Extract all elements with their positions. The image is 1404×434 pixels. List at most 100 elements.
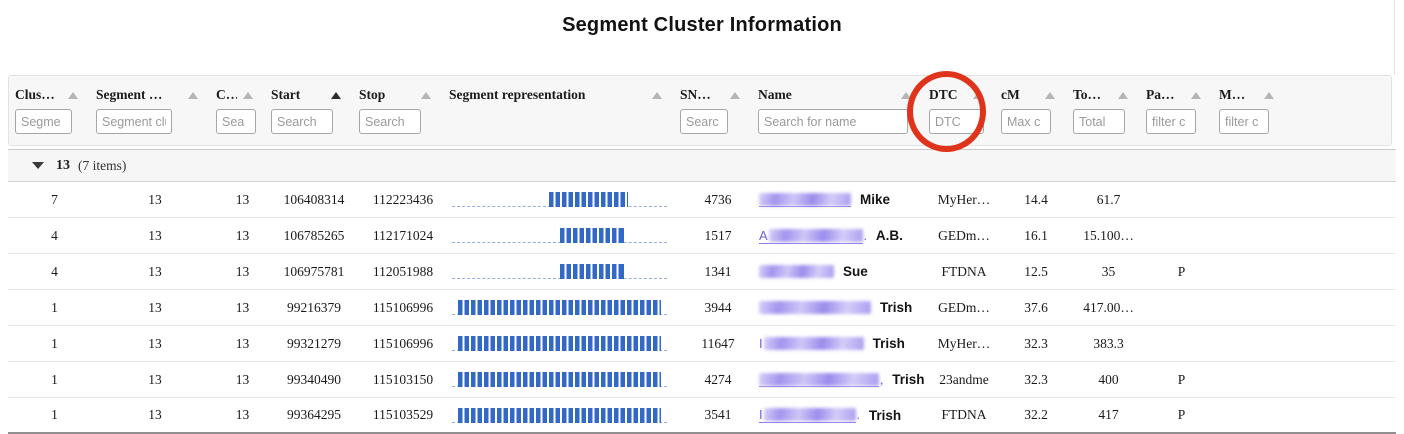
sort-arrow-icon-segment_cluster[interactable] xyxy=(188,91,198,99)
filter-input-cluster[interactable] xyxy=(15,109,72,134)
redacted-name-link[interactable]: A xyxy=(759,228,863,244)
filter-input-snps[interactable] xyxy=(680,109,728,134)
sort-header-segment_cluster[interactable]: Segment … xyxy=(96,86,206,104)
cell-chromosome: 13 xyxy=(235,407,250,422)
cell-name: I. Trish xyxy=(757,407,928,423)
cell-start: 106408314 xyxy=(283,191,345,207)
segment-bar xyxy=(559,228,624,243)
sort-header-cluster[interactable]: Clus… xyxy=(15,86,86,104)
sort-header-paternal[interactable]: Pa… xyxy=(1146,86,1209,104)
sort-arrow-icon-start[interactable] xyxy=(331,91,341,99)
header-col-paternal: Pa… xyxy=(1146,86,1219,134)
cell-total: 35 xyxy=(1101,263,1116,279)
redacted-name-link[interactable]: I xyxy=(759,407,856,423)
segment-track xyxy=(452,371,667,388)
cell-segment_cluster: 13 xyxy=(148,299,162,315)
redacted-name-link[interactable] xyxy=(759,265,834,278)
name-annotation: Trish xyxy=(880,300,913,315)
filter-input-segment_cluster[interactable] xyxy=(96,109,172,134)
filter-input-dtc[interactable] xyxy=(929,109,984,134)
cell-stop: 115106996 xyxy=(372,335,434,351)
sort-arrow-icon-maternal[interactable] xyxy=(1264,91,1274,99)
group-value: 13 xyxy=(56,157,70,173)
cell-snps: 11647 xyxy=(701,335,735,351)
sort-header-maternal[interactable]: M… xyxy=(1219,86,1282,104)
sort-arrow-icon-stop[interactable] xyxy=(421,91,431,99)
name-visible-prefix: A xyxy=(759,227,768,243)
sort-arrow-icon-total[interactable] xyxy=(1118,91,1128,99)
table-row[interactable]: 1 13 13 99216379 115106996 3944 Trish GEDm… 37.6… xyxy=(8,290,1396,326)
cell-dtc: FTDNA xyxy=(941,407,987,422)
cell-segment_cluster: 13 xyxy=(148,335,162,351)
redacted-name-blur xyxy=(759,192,851,206)
cell-cluster: 1 xyxy=(51,371,58,387)
cell-dtc: 23andme xyxy=(939,371,989,387)
sort-header-total[interactable]: To… xyxy=(1073,86,1136,104)
cell-chromosome: 13 xyxy=(235,299,250,315)
table-row[interactable]: 4 13 13 106785265 112171024 1517 A. A.B. GEDm… 16… xyxy=(8,218,1396,254)
filter-input-name[interactable] xyxy=(758,109,908,134)
collapse-caret-icon[interactable] xyxy=(32,162,44,169)
name-annotation: Mike xyxy=(860,192,891,207)
table-row[interactable]: 1 13 13 99340490 115103150 4274, Trish 23andme 3… xyxy=(8,362,1396,398)
cell-dtc: GEDm… xyxy=(938,299,990,315)
redacted-name-link[interactable] xyxy=(759,301,871,314)
cell-cluster: 1 xyxy=(51,299,58,315)
filter-input-total[interactable] xyxy=(1073,109,1125,134)
segment-track xyxy=(452,299,667,316)
redacted-name-link[interactable]: I xyxy=(759,336,864,351)
segment-bar xyxy=(458,336,661,351)
column-label-maternal: M… xyxy=(1219,87,1246,102)
filter-input-paternal[interactable] xyxy=(1146,109,1196,134)
header-col-dtc: DTC xyxy=(929,86,1001,134)
table-row[interactable]: 1 13 13 99321279 115106996 11647 I Trish MyHer… 3… xyxy=(8,326,1396,362)
cell-snps: 3944 xyxy=(704,299,732,315)
header-col-cluster: Clus… xyxy=(15,86,96,134)
sort-header-segment[interactable]: Segment representation xyxy=(449,86,670,104)
sort-header-chromosome[interactable]: C… xyxy=(216,86,261,104)
segment-bar xyxy=(458,407,661,423)
column-label-paternal: Pa… xyxy=(1146,87,1175,102)
sort-arrow-icon-segment[interactable] xyxy=(652,91,662,99)
cell-cluster: 1 xyxy=(51,335,58,351)
sort-header-dtc[interactable]: DTC xyxy=(929,86,991,104)
sort-arrow-icon-dtc[interactable] xyxy=(973,91,983,99)
cell-cluster: 4 xyxy=(51,263,58,279)
sort-header-start[interactable]: Start xyxy=(271,86,349,104)
table-row[interactable]: 7 13 13 106408314 112223436 4736 Mike MyHer… 14.… xyxy=(8,182,1396,218)
filter-input-maternal[interactable] xyxy=(1219,109,1269,134)
name-annotation: Trish xyxy=(868,407,902,423)
sort-arrow-icon-cluster[interactable] xyxy=(68,91,78,99)
header-col-name: Name xyxy=(758,86,929,134)
table-row[interactable]: 4 13 13 106975781 112051988 1341 Sue FTDNA 12.5 3… xyxy=(8,254,1396,290)
cell-name: A. A.B. xyxy=(757,228,928,244)
table-row[interactable]: 1 13 13 99364295 115103529 3541 I. Trish FTDNA 32… xyxy=(8,398,1396,434)
redacted-name-link[interactable] xyxy=(759,192,851,207)
sort-arrow-icon-chromosome[interactable] xyxy=(243,91,253,99)
cell-segment-representation xyxy=(448,263,679,280)
sort-arrow-icon-cm[interactable] xyxy=(1045,91,1055,99)
cell-cluster: 1 xyxy=(51,407,58,422)
filter-input-start[interactable] xyxy=(271,109,333,134)
sort-header-snps[interactable]: SN… xyxy=(680,86,748,104)
name-visible-prefix: I xyxy=(759,407,763,422)
sort-header-name[interactable]: Name xyxy=(758,86,919,104)
filter-input-chromosome[interactable] xyxy=(216,109,256,134)
column-label-chromosome: C… xyxy=(216,87,237,102)
cell-total: 15.100… xyxy=(1083,227,1134,243)
cell-segment-representation xyxy=(448,227,679,244)
group-row-chromosome-13[interactable]: 13 (7 items) xyxy=(8,149,1396,182)
segment-track xyxy=(452,191,667,208)
sort-arrow-icon-name[interactable] xyxy=(901,91,911,99)
sort-arrow-icon-paternal[interactable] xyxy=(1191,91,1201,99)
sort-header-stop[interactable]: Stop xyxy=(359,86,439,104)
column-label-dtc: DTC xyxy=(929,87,958,102)
cell-paternal: P xyxy=(1177,263,1186,279)
redacted-name-blur xyxy=(763,408,856,421)
filter-input-cm[interactable] xyxy=(1001,109,1051,134)
redacted-name-link[interactable] xyxy=(759,372,879,387)
sort-header-cm[interactable]: cM xyxy=(1001,86,1063,104)
cell-cluster: 7 xyxy=(51,191,58,207)
filter-input-stop[interactable] xyxy=(359,109,421,134)
sort-arrow-icon-snps[interactable] xyxy=(730,91,740,99)
